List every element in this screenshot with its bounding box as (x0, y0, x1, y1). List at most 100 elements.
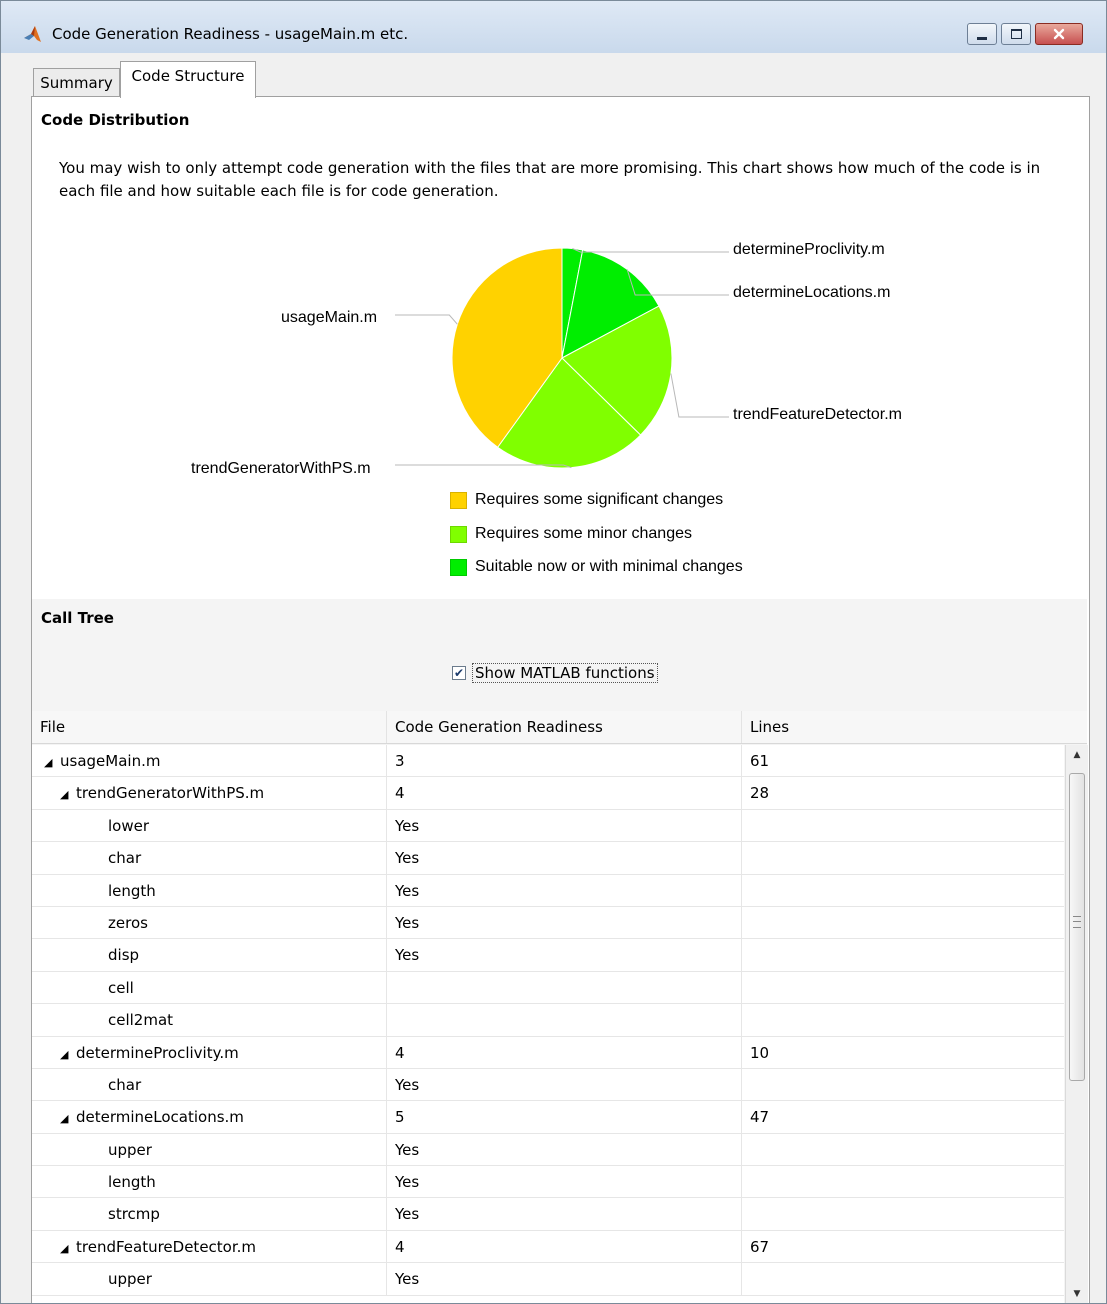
show-matlab-functions-label[interactable]: Show MATLAB functions (472, 663, 658, 683)
scroll-down-arrow-icon[interactable]: ▼ (1066, 1284, 1088, 1303)
table-row[interactable]: length Yes (32, 1166, 1064, 1199)
file-name: disp (108, 946, 140, 965)
table-row[interactable]: upper Yes (32, 1133, 1064, 1167)
cell-file: ◢ trendFeatureDetector.m (32, 1230, 387, 1265)
close-button[interactable] (1035, 23, 1083, 45)
cell-lines: 28 (750, 784, 770, 803)
legend-swatch (450, 558, 467, 576)
table-row[interactable]: strcmp Yes (32, 1198, 1064, 1231)
cell-file: char (32, 1068, 387, 1101)
checkbox-box[interactable]: ✔ (452, 666, 466, 680)
table-row[interactable]: ◢ determineProclivity.m 4 10 (32, 1036, 1064, 1071)
call-tree-heading: Call Tree (41, 609, 114, 627)
expand-triangle-icon[interactable]: ◢ (60, 779, 76, 811)
scroll-up-arrow-icon[interactable]: ▲ (1066, 745, 1088, 765)
cell-lines: 67 (750, 1237, 770, 1256)
cell-readiness: Yes (387, 1198, 742, 1231)
cell-lines (742, 1263, 1064, 1295)
pie-label-determineproclivity: determineProclivity.m (733, 241, 885, 258)
table-row[interactable]: char Yes (32, 842, 1064, 875)
cell-readiness (387, 971, 742, 1004)
cell-readiness: Yes (387, 1133, 742, 1166)
pie-label-trendgeneratorwithps: trendGeneratorWithPS.m (191, 460, 371, 477)
pie-leader-line (572, 248, 729, 253)
legend-swatch (450, 525, 467, 543)
pie-label-determinelocations: determineLocations.m (733, 284, 891, 301)
minimize-button[interactable] (967, 23, 997, 45)
cell-readiness: Yes (387, 939, 742, 972)
table-row[interactable]: zeros Yes (32, 906, 1064, 940)
table-row[interactable]: length Yes (32, 874, 1064, 907)
legend-item-significant: Requires some significant changes (450, 489, 723, 511)
legend-label: Requires some minor changes (475, 525, 692, 542)
table-row[interactable]: lower Yes (32, 809, 1064, 843)
cell-lines (742, 1166, 1064, 1198)
vertical-scrollbar[interactable]: ▲ ▼ (1065, 745, 1088, 1303)
minimize-icon (977, 36, 987, 40)
tab-summary[interactable]: Summary (33, 68, 120, 97)
table-row[interactable]: ◢ determineLocations.m 5 47 (32, 1101, 1064, 1135)
maximize-button[interactable] (1001, 23, 1031, 45)
cell-file: ◢ determineProclivity.m (32, 1036, 387, 1071)
column-header-lines[interactable]: Lines (742, 711, 1087, 743)
tab-code-structure[interactable]: Code Structure (120, 61, 256, 98)
cell-readiness: 5 (387, 1101, 742, 1134)
pie-slices (451, 247, 673, 469)
expand-triangle-icon[interactable]: ◢ (60, 1039, 76, 1071)
cell-file: lower (32, 809, 387, 842)
cell-file: disp (32, 939, 387, 972)
file-name: upper (108, 1140, 152, 1159)
file-name: cell2mat (108, 1011, 174, 1030)
file-name: lower (108, 816, 150, 835)
file-name: strcmp (108, 1205, 160, 1224)
file-name: zeros (108, 913, 148, 932)
cell-lines: 10 (750, 1043, 770, 1062)
cell-readiness: 4 (387, 1230, 742, 1263)
table-row[interactable]: char Yes (32, 1068, 1064, 1102)
cell-readiness: Yes (387, 1068, 742, 1101)
pie-leader-line (670, 373, 729, 418)
table-row[interactable]: ◢ trendGeneratorWithPS.m 4 28 (32, 777, 1064, 811)
legend-label: Requires some significant changes (475, 491, 724, 508)
legend-item-suitable: Suitable now or with minimal changes (450, 556, 743, 578)
file-name: char (108, 849, 142, 868)
cell-lines (742, 810, 1064, 842)
expand-triangle-icon[interactable]: ◢ (60, 1233, 76, 1265)
file-name: cell (108, 978, 134, 997)
table-row[interactable]: upper Yes (32, 1263, 1064, 1296)
table-row[interactable]: ◢ usageMain.m 3 61 (32, 745, 1064, 779)
column-header-file[interactable]: File (32, 711, 387, 743)
expand-triangle-icon[interactable]: ◢ (60, 1103, 76, 1135)
cell-lines (742, 1198, 1064, 1230)
file-name: upper (108, 1270, 152, 1289)
pie-label-trendfeaturedetector: trendFeatureDetector.m (733, 406, 902, 423)
cell-file: char (32, 842, 387, 875)
code-structure-panel: Code Distribution You may wish to only a… (31, 96, 1090, 1303)
cell-lines (742, 1134, 1064, 1166)
cell-readiness: 3 (387, 745, 742, 777)
pie-leader-line (395, 314, 458, 325)
call-tree-table-body: ◢ usageMain.m 3 61 ◢ trendGeneratorWithPS.m 4 2… (32, 745, 1064, 1303)
cell-readiness: Yes (387, 842, 742, 875)
expand-triangle-icon[interactable]: ◢ (44, 747, 60, 779)
code-distribution-description: You may wish to only attempt code genera… (59, 159, 1041, 200)
title-bar[interactable]: Code Generation Readiness - usageMain.m … (1, 1, 1106, 54)
cell-lines (742, 939, 1064, 971)
close-icon (1053, 28, 1065, 40)
code-generation-readiness-window: Code Generation Readiness - usageMain.m … (0, 0, 1107, 1304)
call-tree-table-header: File Code Generation Readiness Lines (32, 711, 1087, 744)
column-header-readiness[interactable]: Code Generation Readiness (387, 711, 742, 743)
cell-file: zeros (32, 906, 387, 939)
cell-lines (742, 842, 1064, 874)
cell-file: length (32, 874, 387, 907)
table-row[interactable]: cell2mat (32, 1004, 1064, 1037)
legend-item-minor: Requires some minor changes (450, 523, 692, 545)
pie-label-usagemain: usageMain.m (281, 309, 378, 326)
table-row[interactable]: cell (32, 971, 1064, 1005)
table-row[interactable]: ◢ trendFeatureDetector.m 4 67 (32, 1230, 1064, 1265)
scrollbar-grip-icon (1073, 916, 1081, 928)
show-matlab-functions-checkbox[interactable]: ✔ Show MATLAB functions (452, 663, 658, 683)
cell-readiness: Yes (387, 1263, 742, 1296)
scrollbar-thumb[interactable] (1069, 773, 1085, 1081)
table-row[interactable]: disp Yes (32, 939, 1064, 972)
